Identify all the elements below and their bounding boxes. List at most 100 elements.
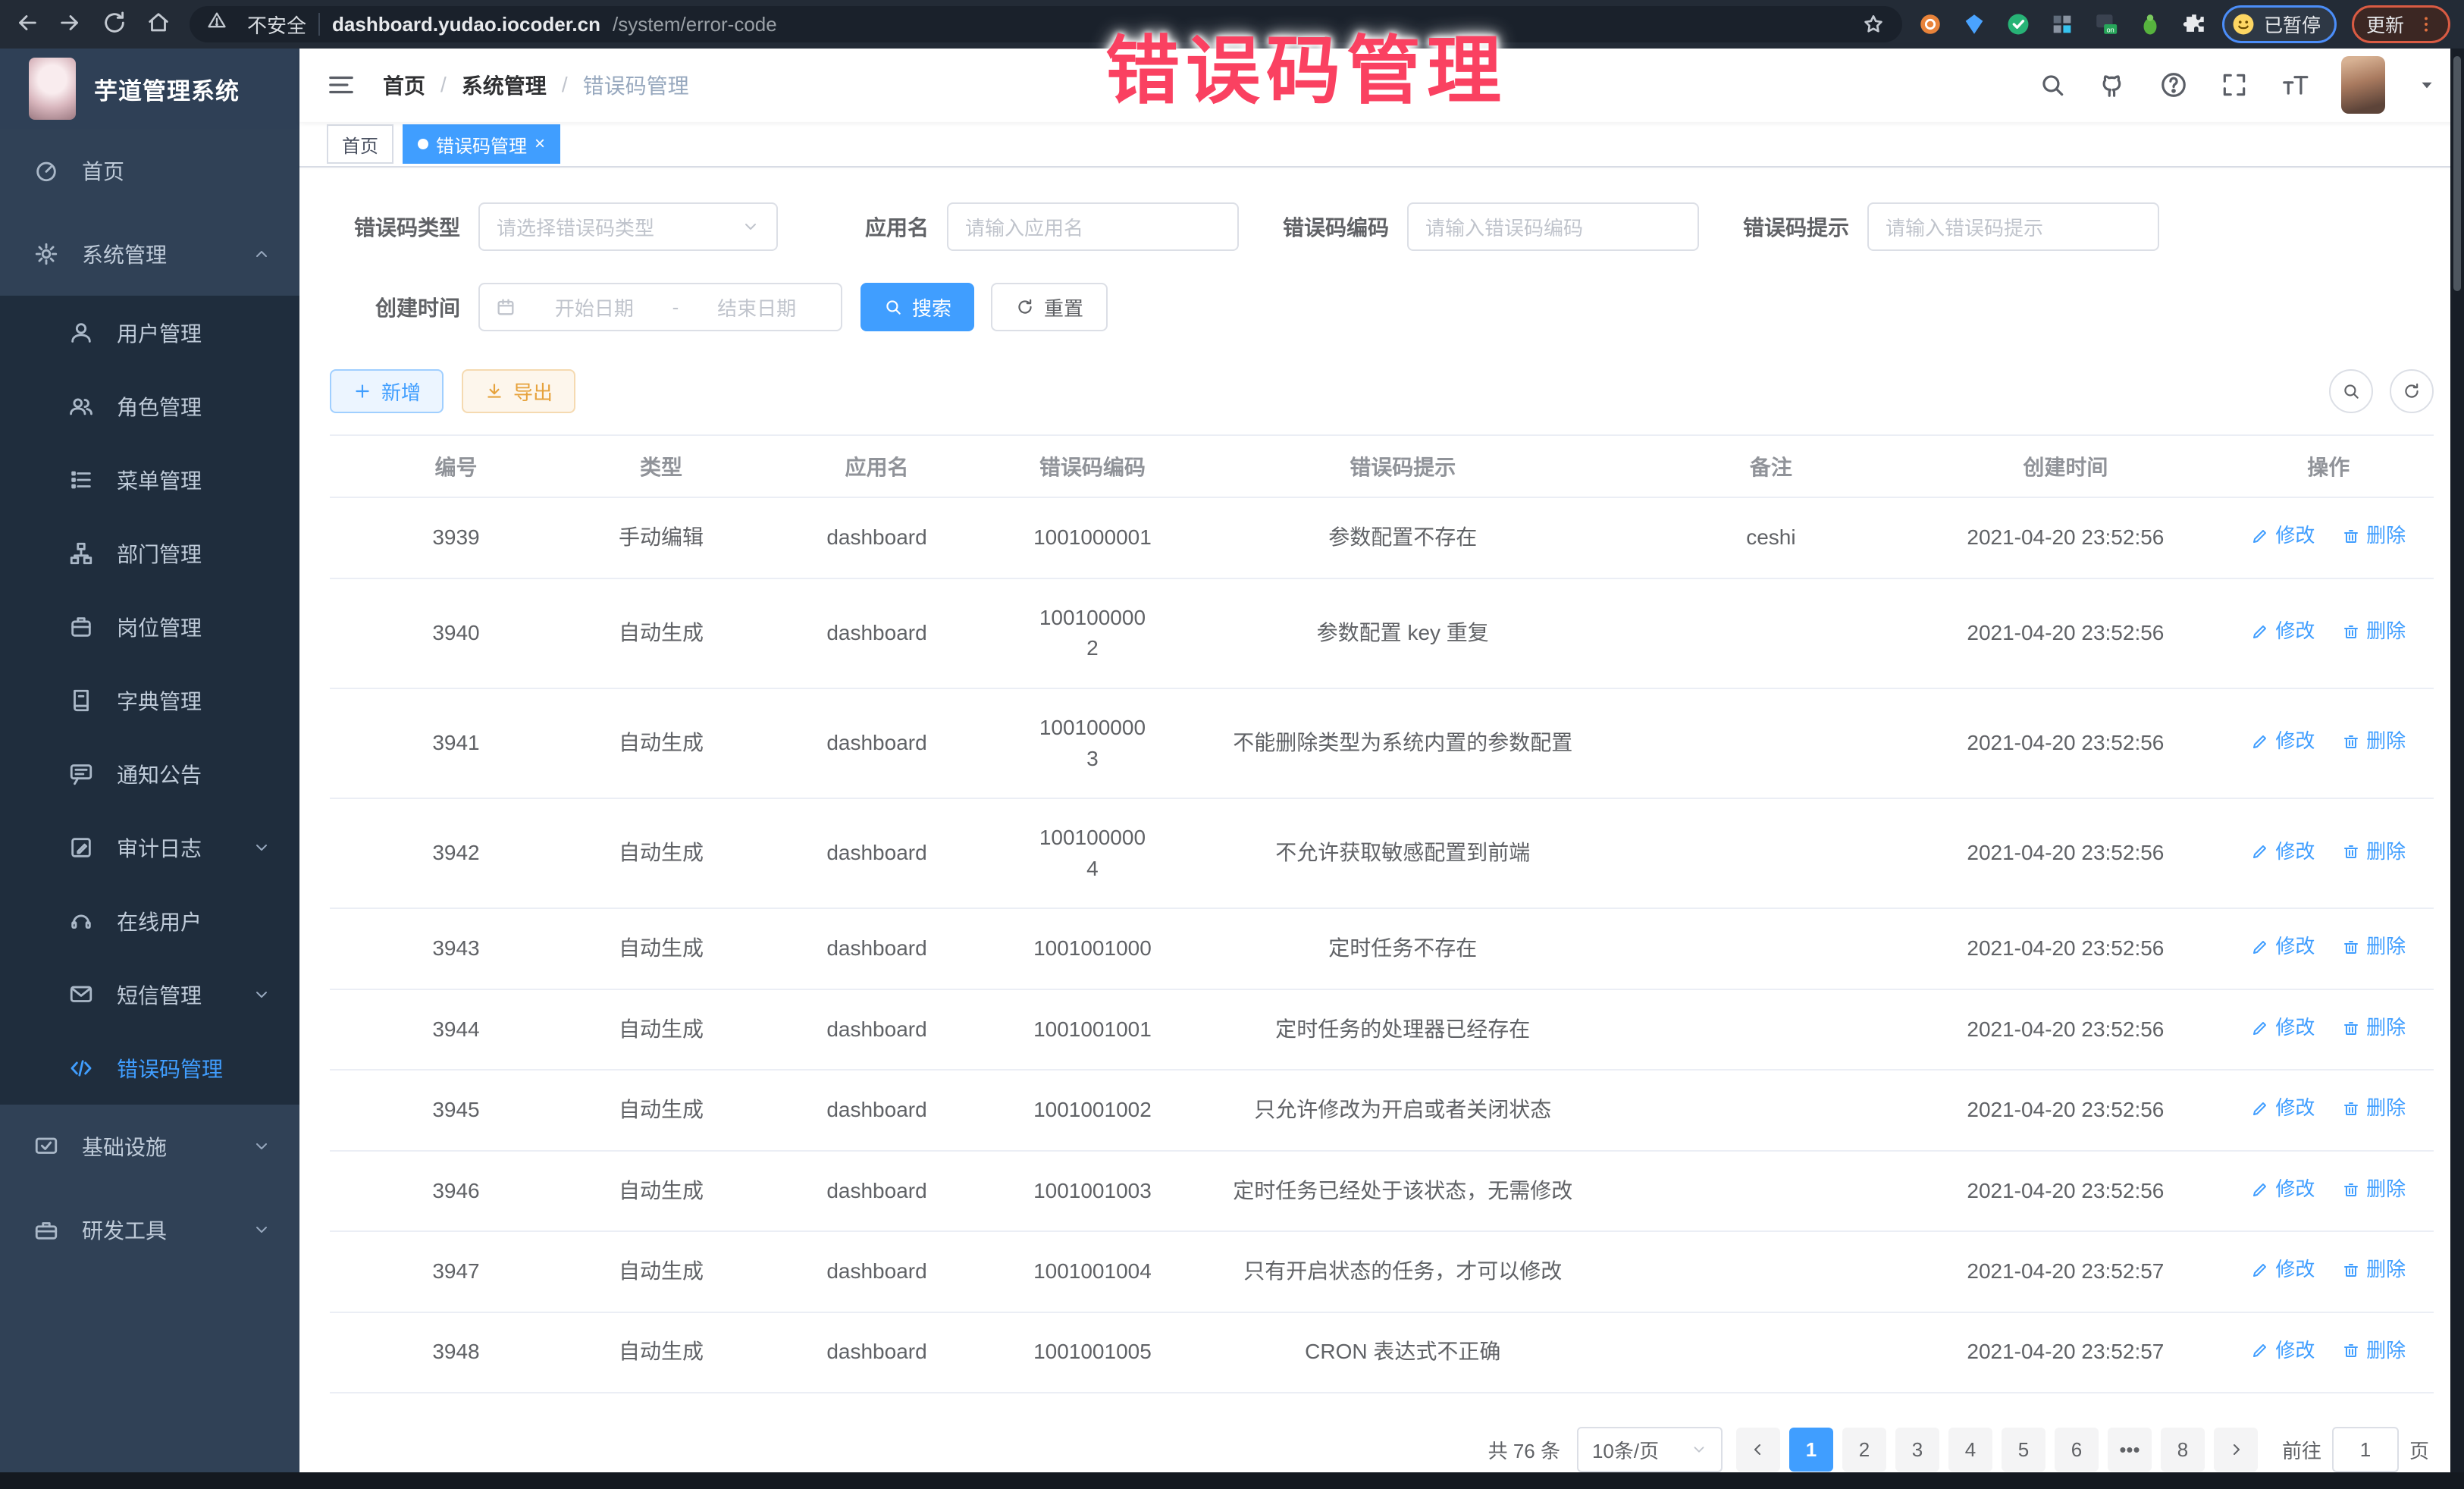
sidebar-item-8[interactable]: 字典管理 [0, 663, 299, 737]
tag-1[interactable]: 首页 [327, 124, 393, 164]
add-button[interactable]: 新增 [330, 369, 444, 413]
breadcrumb-home[interactable]: 首页 [383, 70, 425, 100]
toggle-search-button[interactable] [2329, 369, 2373, 413]
user-avatar[interactable] [2341, 56, 2385, 114]
sidebar-item-3[interactable]: 用户管理 [0, 296, 299, 369]
sidebar-item-9[interactable]: 通知公告 [0, 737, 299, 810]
edit-link[interactable]: 修改 [2251, 1337, 2315, 1365]
help-icon[interactable] [2159, 71, 2188, 99]
sidebar-item-12[interactable]: 短信管理 [0, 958, 299, 1031]
edit-link[interactable]: 修改 [2251, 1175, 2315, 1204]
edit-link[interactable]: 修改 [2251, 522, 2315, 550]
forward-icon[interactable] [58, 10, 86, 39]
browser-profile-chip[interactable]: 已暂停 [2222, 5, 2337, 43]
browser-update-button[interactable]: 更新 [2352, 5, 2450, 43]
reset-button[interactable]: 重置 [991, 283, 1108, 331]
extension-green-bug-icon[interactable] [2137, 11, 2163, 37]
sidebar-item-6[interactable]: 部门管理 [0, 516, 299, 590]
table-row[interactable]: 3941自动生成dashboard100100000 3不能删除类型为系统内置的… [330, 688, 2434, 798]
table-row[interactable]: 3948自动生成dashboard1001001005CRON 表达式不正确20… [330, 1312, 2434, 1393]
sidebar-item-15[interactable]: 研发工具 [0, 1188, 299, 1271]
page-size-select[interactable]: 10条/页 [1577, 1427, 1723, 1472]
edit-link[interactable]: 修改 [2251, 1094, 2315, 1123]
sidebar-item-4[interactable]: 角色管理 [0, 369, 299, 443]
sidebar-logo-row[interactable]: 芋道管理系统 [0, 49, 299, 129]
error-type-select[interactable]: 请选择错误码类型 [478, 202, 778, 251]
date-range-picker[interactable]: 开始日期 - 结束日期 [478, 283, 842, 331]
sidebar-item-13[interactable]: 错误码管理 [0, 1031, 299, 1105]
bookmark-star-icon[interactable] [1861, 12, 1886, 36]
next-page-button[interactable] [2214, 1428, 2258, 1472]
error-hint-input[interactable]: 请输入错误码提示 [1867, 202, 2159, 251]
export-button[interactable]: 导出 [462, 369, 575, 413]
refresh-table-button[interactable] [2390, 369, 2434, 413]
edit-link[interactable]: 修改 [2251, 838, 2315, 867]
edit-link[interactable]: 修改 [2251, 1255, 2315, 1284]
page-button-2[interactable]: 2 [1842, 1428, 1886, 1472]
scrollbar-thumb[interactable] [2453, 56, 2461, 291]
search-icon[interactable] [2038, 71, 2067, 99]
extensions-puzzle-icon[interactable] [2181, 11, 2207, 37]
table-row[interactable]: 3947自动生成dashboard1001001004只有开启状态的任务，才可以… [330, 1231, 2434, 1312]
tag-close-icon[interactable]: × [534, 133, 545, 155]
search-button[interactable]: 搜索 [861, 283, 974, 331]
sidebar-item-2[interactable]: 系统管理 [0, 212, 299, 296]
table-row[interactable]: 3946自动生成dashboard1001001003定时任务已经处于该状态，无… [330, 1151, 2434, 1231]
delete-link[interactable]: 删除 [2342, 1337, 2406, 1365]
sidebar-item-1[interactable]: 首页 [0, 129, 299, 212]
hamburger-icon[interactable] [327, 71, 356, 99]
fullscreen-icon[interactable] [2220, 71, 2249, 99]
page-button-4[interactable]: 4 [1948, 1428, 1992, 1472]
extension-on-badge-icon[interactable]: on [2093, 11, 2119, 37]
font-size-icon[interactable] [2281, 71, 2309, 99]
extension-grid-icon[interactable] [2049, 11, 2075, 37]
edit-link[interactable]: 修改 [2251, 933, 2315, 961]
page-button-1[interactable]: 1 [1789, 1428, 1833, 1472]
reload-icon[interactable] [102, 10, 130, 39]
delete-link[interactable]: 删除 [2342, 727, 2406, 756]
sidebar-item-10[interactable]: 审计日志 [0, 810, 299, 884]
table-row[interactable]: 3943自动生成dashboard1001001000定时任务不存在2021-0… [330, 908, 2434, 989]
delete-link[interactable]: 删除 [2342, 1175, 2406, 1204]
address-bar[interactable]: 不安全 dashboard.yudao.iocoder.cn /system/e… [190, 6, 1902, 42]
prev-page-button[interactable] [1736, 1428, 1780, 1472]
delete-link[interactable]: 删除 [2342, 1255, 2406, 1284]
table-row[interactable]: 3939手动编辑dashboard1001000001参数配置不存在ceshi2… [330, 497, 2434, 578]
sidebar-item-7[interactable]: 岗位管理 [0, 590, 299, 663]
sidebar-item-14[interactable]: 基础设施 [0, 1105, 299, 1188]
pager-ellipsis[interactable]: ••• [2108, 1428, 2152, 1472]
error-code-input[interactable]: 请输入错误码编码 [1407, 202, 1699, 251]
kebab-menu-icon[interactable] [2416, 14, 2436, 34]
table-row[interactable]: 3944自动生成dashboard1001001001定时任务的处理器已经存在2… [330, 989, 2434, 1070]
delete-link[interactable]: 删除 [2342, 1094, 2406, 1123]
sidebar-item-11[interactable]: 在线用户 [0, 884, 299, 958]
goto-page-input[interactable]: 1 [2332, 1427, 2399, 1472]
home-icon[interactable] [146, 10, 174, 39]
page-button-8[interactable]: 8 [2161, 1428, 2205, 1472]
browser-scrollbar[interactable] [2450, 49, 2464, 1472]
extension-gem-icon[interactable] [1961, 11, 1987, 37]
edit-link[interactable]: 修改 [2251, 1014, 2315, 1042]
github-icon[interactable] [2099, 71, 2127, 99]
extension-green-check-icon[interactable] [2005, 11, 2031, 37]
delete-link[interactable]: 删除 [2342, 1014, 2406, 1042]
table-row[interactable]: 3942自动生成dashboard100100000 4不允许获取敏感配置到前端… [330, 798, 2434, 908]
tag-2[interactable]: 错误码管理× [403, 124, 560, 164]
back-icon[interactable] [14, 10, 42, 39]
page-button-5[interactable]: 5 [2002, 1428, 2045, 1472]
extension-orange-icon[interactable] [1917, 11, 1943, 37]
breadcrumb-system[interactable]: 系统管理 [462, 70, 547, 100]
table-row[interactable]: 3940自动生成dashboard100100000 2参数配置 key 重复2… [330, 578, 2434, 688]
page-button-6[interactable]: 6 [2055, 1428, 2099, 1472]
caret-down-icon[interactable] [2417, 75, 2437, 95]
table-row[interactable]: 3945自动生成dashboard1001001002只允许修改为开启或者关闭状… [330, 1070, 2434, 1150]
sidebar-item-5[interactable]: 菜单管理 [0, 443, 299, 516]
delete-link[interactable]: 删除 [2342, 522, 2406, 550]
delete-link[interactable]: 删除 [2342, 617, 2406, 646]
app-name-input[interactable]: 请输入应用名 [947, 202, 1239, 251]
delete-link[interactable]: 删除 [2342, 838, 2406, 867]
page-button-3[interactable]: 3 [1895, 1428, 1939, 1472]
edit-link[interactable]: 修改 [2251, 617, 2315, 646]
delete-link[interactable]: 删除 [2342, 933, 2406, 961]
edit-link[interactable]: 修改 [2251, 727, 2315, 756]
